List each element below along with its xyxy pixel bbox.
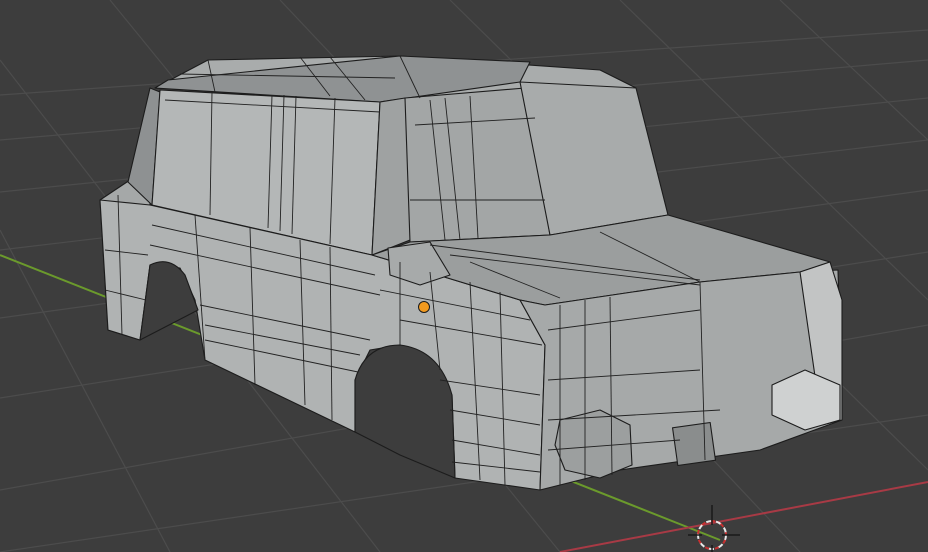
3d-cursor-icon[interactable] bbox=[688, 505, 740, 552]
3d-viewport[interactable] bbox=[0, 0, 928, 552]
object-origin-dot[interactable] bbox=[418, 301, 430, 313]
license-plate bbox=[671, 421, 717, 467]
left-headlight bbox=[554, 409, 633, 479]
viewport-canvas[interactable] bbox=[0, 0, 928, 552]
